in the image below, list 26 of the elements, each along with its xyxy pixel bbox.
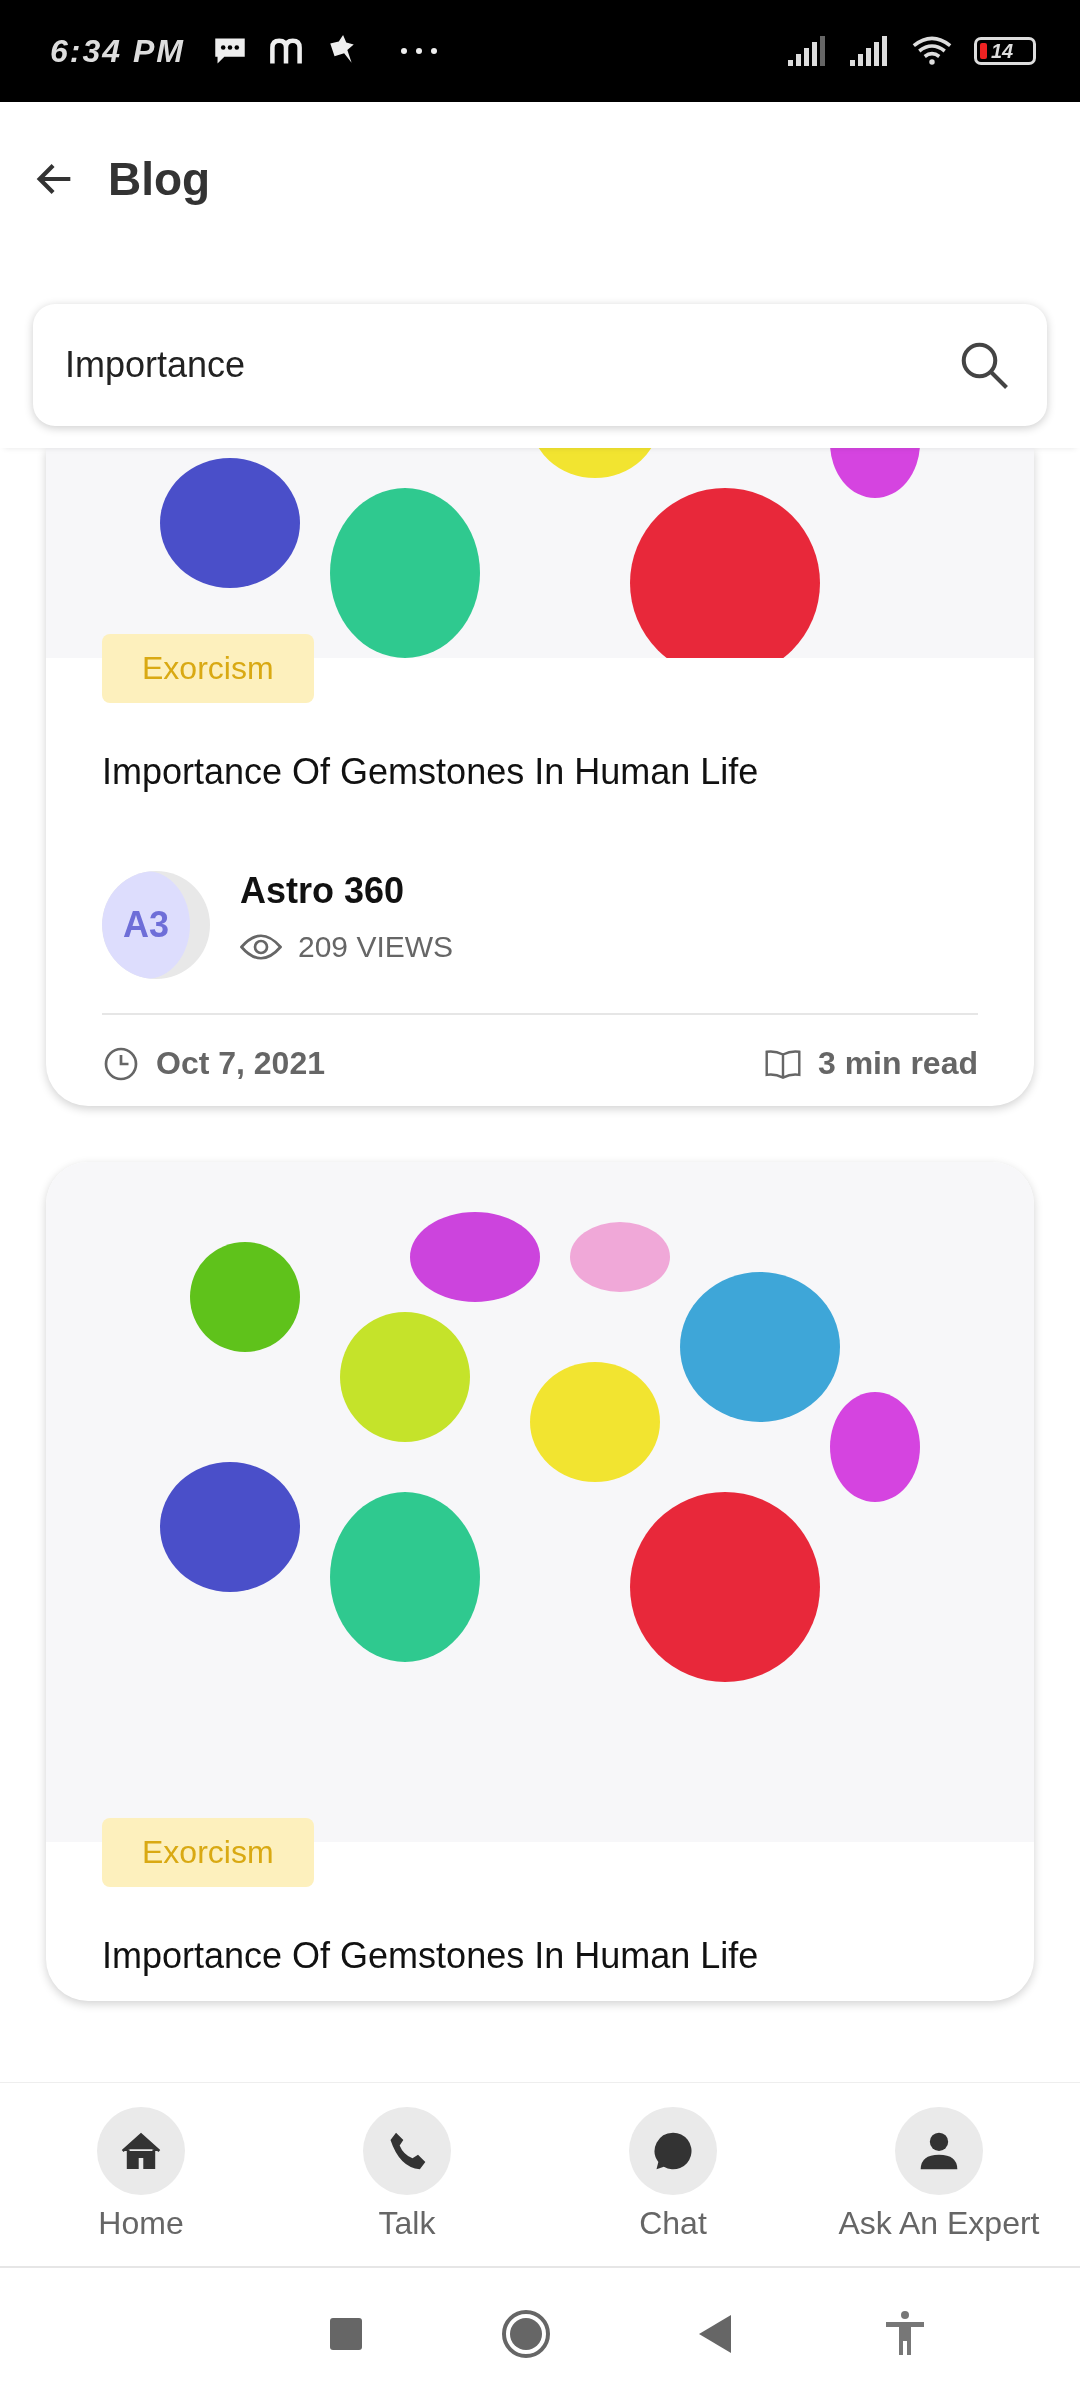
recents-button[interactable]	[329, 2318, 362, 2350]
page-title: Blog	[108, 152, 211, 206]
nav-tab[interactable]: Home	[11, 2107, 271, 2242]
status-time: 6:34 PM	[50, 32, 185, 70]
wifi-icon	[912, 35, 952, 67]
nav-tab[interactable]: Talk	[277, 2107, 537, 2242]
view-count: 209 VIEWS	[298, 930, 454, 964]
eye-icon	[240, 933, 282, 961]
read-time: 3 min read	[817, 1045, 978, 1082]
post-title[interactable]: Importance Of Gemstones In Human Life	[102, 1935, 978, 1977]
post-card[interactable]: Exorcism Importance Of Gemstones In Human Life	[46, 1162, 1034, 2001]
signal-icon	[788, 35, 828, 67]
clock-icon	[102, 1045, 140, 1082]
author-avatar: A3	[102, 871, 210, 979]
home-button[interactable]	[501, 2309, 552, 2359]
nav-tab[interactable]: Chat	[543, 2107, 803, 2242]
post-date: Oct 7, 2021	[156, 1045, 325, 1082]
post-title[interactable]: Importance Of Gemstones In Human Life	[102, 751, 978, 793]
author-name: Astro 360	[240, 870, 406, 912]
post-card[interactable]: Exorcism Importance Of Gemstones In Human Life A3 Astro 360 209 VIEWS Oct 7, 2021 3 min read	[46, 448, 1034, 1106]
battery-level: 14	[991, 39, 1014, 63]
signal-icon	[850, 35, 890, 67]
battery-charge	[980, 43, 987, 59]
search-field[interactable]: Importance	[33, 304, 1047, 426]
more-icon	[398, 45, 439, 57]
nav-tab[interactable]: Ask An Expert	[809, 2107, 1069, 2242]
